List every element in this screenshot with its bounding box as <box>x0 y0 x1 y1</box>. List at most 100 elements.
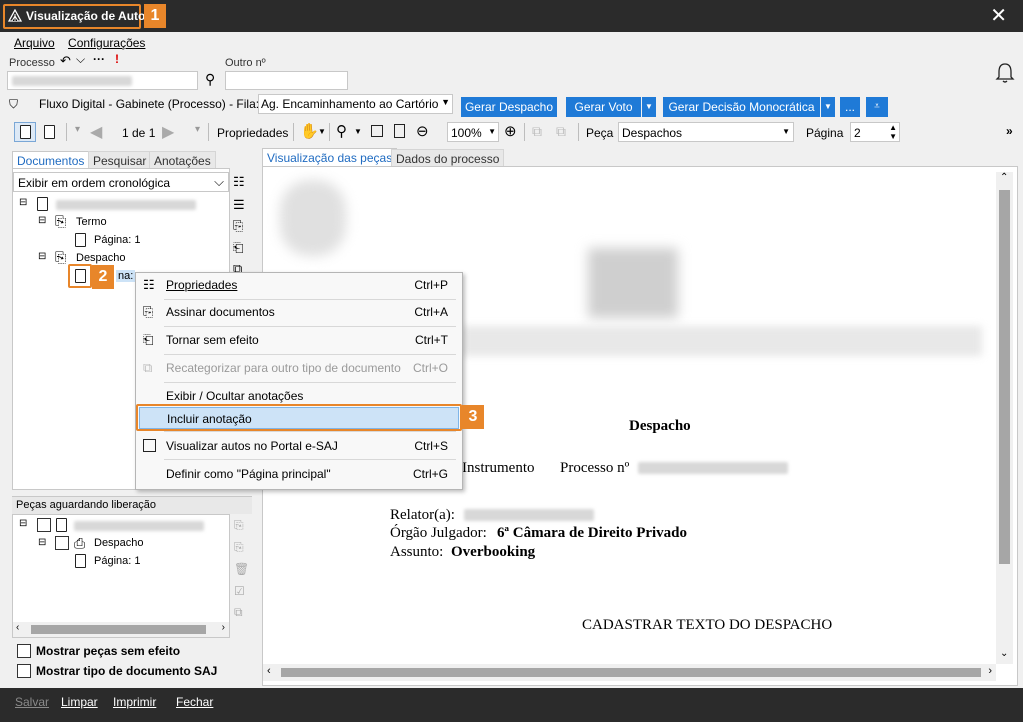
salvar-button[interactable]: Salvar <box>15 695 49 709</box>
scroll-left-icon[interactable]: ‹ <box>267 665 271 677</box>
fit-width-icon[interactable] <box>371 125 383 137</box>
tree-item-termo[interactable]: Termo <box>76 216 107 228</box>
process-icon <box>56 518 67 532</box>
tipo-doc-checkbox[interactable] <box>17 664 31 678</box>
release-icon[interactable]: ⎘ <box>234 518 244 533</box>
fechar-button[interactable]: Fechar <box>176 695 213 709</box>
processo-input[interactable] <box>7 71 198 90</box>
hand-tool-icon[interactable]: ✋ <box>300 122 319 140</box>
sem-efeito-checkbox[interactable] <box>17 644 31 658</box>
approve-icon[interactable]: ☑ <box>234 584 245 598</box>
scroll-up-icon[interactable]: ⌃ <box>1000 172 1008 183</box>
bell-icon[interactable] <box>995 62 1015 84</box>
pages-icon[interactable] <box>44 125 55 139</box>
trash-icon[interactable]: 🗑 <box>234 562 249 576</box>
paste-icon[interactable]: ⧉ <box>556 123 566 140</box>
collapse-icon[interactable]: ⊟ <box>19 197 27 208</box>
sign-icon: ⎘ <box>143 304 154 319</box>
propriedades-button[interactable]: Propriedades <box>217 126 288 140</box>
viewer-hscroll[interactable]: ‹ › <box>263 664 996 681</box>
zoom-out-icon[interactable]: ⊖ <box>416 122 429 140</box>
zoom-in-icon[interactable]: ⊕ <box>504 122 517 140</box>
pending-hscroll[interactable]: ‹ › <box>13 622 229 637</box>
outro-input[interactable] <box>225 71 348 90</box>
hscroll-thumb[interactable] <box>281 668 981 677</box>
pending-checkbox[interactable] <box>37 518 51 532</box>
list-icon[interactable]: ☰ <box>233 197 245 213</box>
last-page-icon[interactable]: ▾ <box>195 124 200 135</box>
scroll-thumb[interactable] <box>999 190 1010 564</box>
collapse-icon[interactable]: ⊟ <box>19 518 27 529</box>
menu-configuracoes[interactable]: Configurações <box>68 36 145 50</box>
menu-item-portal-esaj[interactable]: Visualizar autos no Portal e-SAJ Ctrl+S <box>136 435 462 457</box>
undo-icon[interactable]: ↶ <box>60 53 71 69</box>
chevron-down-icon[interactable]: ⌵ <box>76 52 85 67</box>
collapse-button[interactable]: ⩡ <box>866 97 888 117</box>
gerar-voto-dropdown[interactable]: ▼ <box>642 97 656 117</box>
viewer-vscroll[interactable]: ⌃ ⌄ <box>996 172 1013 664</box>
tree-item-despacho-page[interactable]: na: <box>116 270 136 282</box>
hand-dropdown-icon[interactable]: ▼ <box>318 127 326 136</box>
step-badge-1: 1 <box>144 4 166 28</box>
menu-item-tornar-sem-efeito[interactable]: ⎗ Tornar sem efeito Ctrl+T <box>136 329 462 351</box>
certificate-icon: ⎘ <box>55 249 67 265</box>
sem-efeito-label[interactable]: Mostrar peças sem efeito <box>36 644 180 658</box>
menu-item-assinar[interactable]: ⎘ Assinar documentos Ctrl+A <box>136 301 462 323</box>
peca-label: Peça <box>586 126 614 140</box>
sign-icon[interactable]: ⎘ <box>234 540 244 555</box>
tab-visualizacao[interactable]: Visualização das peças <box>262 148 398 167</box>
prev-page-icon[interactable]: ◀ <box>90 122 102 142</box>
processo-label: Processo <box>9 57 55 69</box>
pending-item-page[interactable]: Página: 1 <box>94 555 140 567</box>
chevron-down-icon: ⌵ <box>214 174 224 189</box>
copy-icon[interactable]: ⧉ <box>532 123 542 140</box>
doc-header-text <box>462 326 982 356</box>
menu-arquivo[interactable]: Arquivo <box>14 36 55 50</box>
menu-item-pagina-principal[interactable]: Definir como "Página principal" Ctrl+G <box>136 463 462 485</box>
pending-item-despacho[interactable]: Despacho <box>94 537 144 549</box>
doc-assunto-value: Overbooking <box>451 544 536 560</box>
pending-checkbox[interactable] <box>55 536 69 550</box>
zoom-select[interactable]: 100% ▼ <box>447 122 499 142</box>
next-page-icon[interactable]: ▶ <box>162 122 174 142</box>
tipo-doc-label[interactable]: Mostrar tipo de documento SAJ <box>36 664 217 678</box>
tree-item-termo-page[interactable]: Página: 1 <box>94 234 140 246</box>
scroll-down-icon[interactable]: ⌄ <box>1000 648 1008 659</box>
zoom-search-icon[interactable]: ⚲ <box>336 122 347 140</box>
order-select[interactable]: Exibir em ordem cronológica ⌵ <box>13 172 229 192</box>
spin-down-icon[interactable]: ▼ <box>889 132 897 141</box>
more-button[interactable]: ... <box>840 97 860 117</box>
zoom-dropdown-icon[interactable]: ▼ <box>354 127 362 136</box>
certificate-icon: ⎘ <box>55 213 67 229</box>
overflow-icon[interactable]: » <box>1006 124 1013 138</box>
sign-icon[interactable]: ⎘ <box>233 218 243 234</box>
copy-icon[interactable]: ⧉ <box>234 605 243 620</box>
tree-item-despacho[interactable]: Despacho <box>76 252 126 264</box>
fila-select[interactable]: Ag. Encaminhamento ao Cartório ▼ <box>258 94 453 114</box>
gerar-voto-button[interactable]: Gerar Voto <box>566 97 641 117</box>
gerar-despacho-button[interactable]: Gerar Despacho <box>461 97 557 117</box>
imprimir-button[interactable]: Imprimir <box>113 695 156 709</box>
search-icon[interactable]: ⚲ <box>205 71 215 88</box>
collapse-icon[interactable]: ⊟ <box>38 251 46 262</box>
fit-page-icon[interactable] <box>394 124 405 138</box>
alert-icon[interactable]: ! <box>115 52 119 66</box>
collapse-icon[interactable]: ⊟ <box>38 215 46 226</box>
limpar-button[interactable]: Limpar <box>61 695 98 709</box>
doc-relator: Relator(a): <box>390 507 455 523</box>
pending-panel <box>12 514 230 638</box>
tree-icon[interactable]: ☷ <box>233 174 245 190</box>
more-icon[interactable]: ··· <box>93 52 105 66</box>
gerar-decisao-dropdown[interactable]: ▼ <box>821 97 835 117</box>
peca-select[interactable]: Despachos ▼ <box>618 122 794 142</box>
menu-item-propriedades[interactable]: ☷ Propriedades Ctrl+P <box>136 274 462 296</box>
gerar-decisao-button[interactable]: Gerar Decisão Monocrática <box>663 97 820 117</box>
cancel-doc-icon[interactable]: ⎗ <box>233 240 243 256</box>
close-icon[interactable]: ✕ <box>990 6 1007 26</box>
collapse-icon[interactable]: ⊟ <box>38 537 46 548</box>
pagina-input[interactable]: 2 ▲ ▼ <box>850 122 900 142</box>
scroll-right-icon[interactable]: › <box>988 665 992 677</box>
first-page-icon[interactable]: ▾ <box>75 124 80 135</box>
doc-instrumento: Instrumento <box>462 460 535 476</box>
spin-up-icon[interactable]: ▲ <box>889 123 897 132</box>
